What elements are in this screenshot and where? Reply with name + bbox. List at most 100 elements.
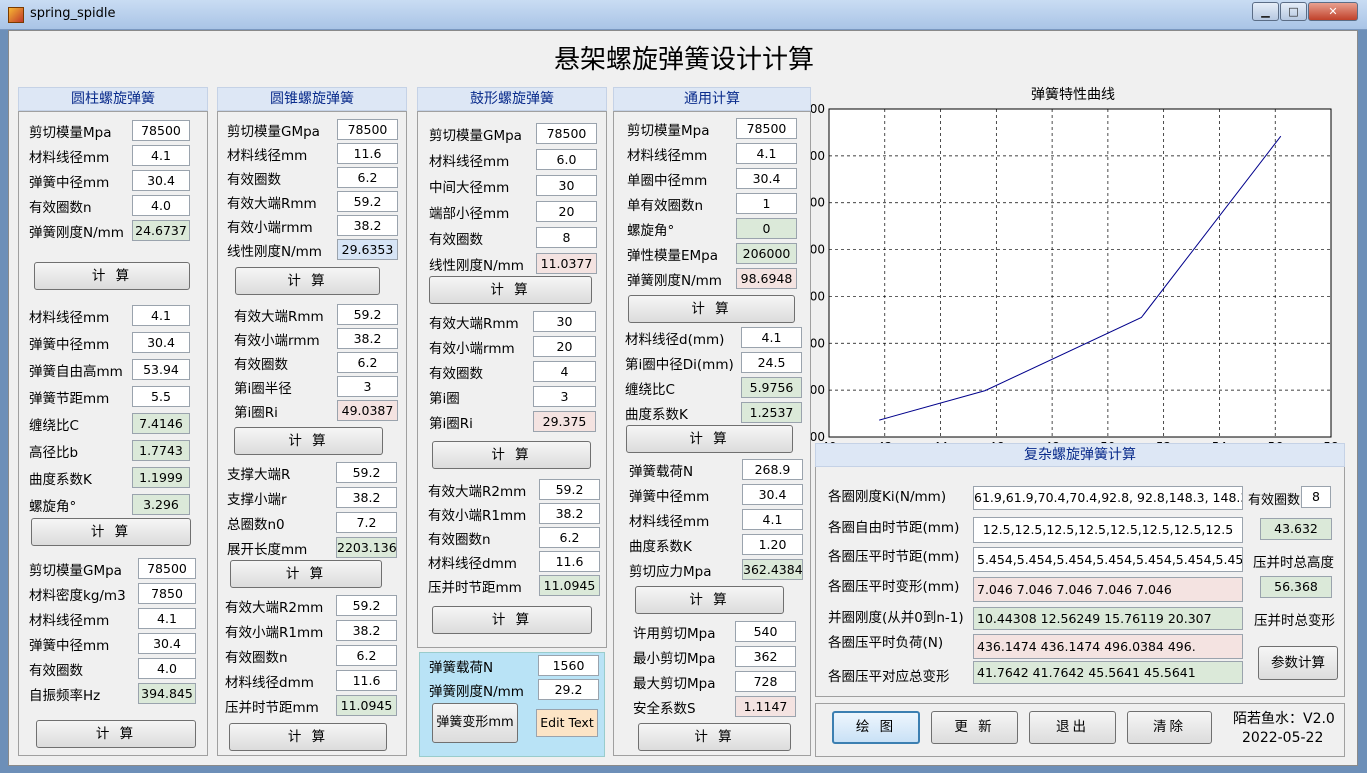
gen-a-field-0[interactable]: 78500 [736, 118, 797, 139]
y-tick-label: 500 [809, 383, 825, 397]
maximize-button[interactable]: □ [1280, 2, 1307, 21]
gen-c-field-3[interactable]: 1.20 [742, 534, 803, 555]
drum-c-label-2: 有效圈数n [428, 532, 491, 548]
drum-a-field-4[interactable]: 8 [536, 227, 597, 248]
drum-c-label-0: 有效大端R2mm [428, 484, 527, 500]
coil-count-field[interactable]: 8 [1301, 486, 1331, 508]
cone-a-field-2[interactable]: 6.2 [337, 167, 398, 188]
drum-c-field-3[interactable]: 11.6 [539, 551, 600, 572]
gen-calc-button-2[interactable]: 计 算 [626, 425, 793, 453]
gen-d-field-1[interactable]: 362 [735, 646, 796, 667]
cyl-a-field-3[interactable]: 4.0 [132, 195, 190, 216]
cone-b-field-3[interactable]: 3 [337, 376, 398, 397]
cyl-calc-button-3[interactable]: 计 算 [36, 720, 196, 748]
gen-c-field-2[interactable]: 4.1 [742, 509, 803, 530]
param-calc-button[interactable]: 参数计算 [1258, 646, 1338, 680]
gen-b-field-1[interactable]: 24.5 [741, 352, 802, 373]
cyl-calc-button-1[interactable]: 计 算 [34, 262, 190, 290]
gen-calc-button-4[interactable]: 计 算 [638, 723, 791, 751]
gen-c-label-3: 曲度系数K [629, 539, 692, 555]
plot-button[interactable]: 绘 图 [832, 711, 920, 744]
cone-calc-button-4[interactable]: 计 算 [229, 723, 387, 751]
y-tick-label: 400 [809, 430, 825, 444]
cyl-c-field-0[interactable]: 78500 [138, 558, 196, 579]
cyl-b-field-0[interactable]: 4.1 [132, 305, 190, 326]
gen-b-field-0[interactable]: 4.1 [741, 327, 802, 348]
cone-d-field-3[interactable]: 11.6 [336, 670, 397, 691]
cyl-b-field-7: 3.296 [132, 494, 190, 515]
cyl-b-field-2[interactable]: 53.94 [132, 359, 190, 380]
drum-a-field-2[interactable]: 30 [536, 175, 597, 196]
drum-b-field-2[interactable]: 4 [533, 361, 596, 382]
cone-b-field-1[interactable]: 38.2 [337, 328, 398, 349]
gen-d-field-0[interactable]: 540 [735, 621, 796, 642]
cone-a-field-4[interactable]: 38.2 [337, 215, 398, 236]
drum-calc-button-2[interactable]: 计 算 [432, 441, 591, 469]
drum-a-field-3[interactable]: 20 [536, 201, 597, 222]
refresh-button[interactable]: 更 新 [931, 711, 1018, 744]
drum-c-field-2[interactable]: 6.2 [539, 527, 600, 548]
cyl-calc-button-2[interactable]: 计 算 [31, 518, 191, 546]
drum-b-field-1[interactable]: 20 [533, 336, 596, 357]
cone-c-field-2[interactable]: 7.2 [336, 512, 397, 533]
cone-c-label-2: 总圈数n0 [227, 517, 285, 533]
cone-b-field-0[interactable]: 59.2 [337, 304, 398, 325]
exit-button[interactable]: 退出 [1029, 711, 1116, 744]
gen-a-field-1[interactable]: 4.1 [736, 143, 797, 164]
gen-calc-button-1[interactable]: 计 算 [628, 295, 795, 323]
drum-c-field-1[interactable]: 38.2 [539, 503, 600, 524]
cyl-b-field-1[interactable]: 30.4 [132, 332, 190, 353]
minimize-button[interactable]: ▁ [1252, 2, 1279, 21]
free-pitch-field[interactable]: 12.5,12.5,12.5,12.5,12.5,12.5,12.5,12.5 [973, 517, 1243, 543]
cone-a-field-3[interactable]: 59.2 [337, 191, 398, 212]
cone-b-field-2[interactable]: 6.2 [337, 352, 398, 373]
cone-header: 圆锥螺旋弹簧 [217, 87, 407, 111]
gen-d-field-2[interactable]: 728 [735, 671, 796, 692]
cone-c-field-0[interactable]: 59.2 [336, 462, 397, 483]
merged-stiffness-field: 10.44308 12.56249 15.76119 20.307 [973, 607, 1243, 630]
gen-d-label-2: 最大剪切Mpa [633, 676, 716, 692]
cyl-a-field-1[interactable]: 4.1 [132, 145, 190, 166]
edit-text-field[interactable]: Edit Text [536, 709, 598, 737]
drum-a-field-0[interactable]: 78500 [536, 123, 597, 144]
gen-c-field-0[interactable]: 268.9 [742, 459, 803, 480]
gen-calc-button-3[interactable]: 计 算 [635, 586, 784, 614]
drum-c-field-0[interactable]: 59.2 [539, 479, 600, 500]
complex-header: 复杂螺旋弹簧计算 [815, 443, 1345, 467]
cyl-a-field-2[interactable]: 30.4 [132, 170, 190, 191]
cone-a-field-1[interactable]: 11.6 [337, 143, 398, 164]
cone-calc-button-1[interactable]: 计 算 [235, 267, 380, 295]
gen-a-field-3[interactable]: 1 [736, 193, 797, 214]
drum-calc-button-3[interactable]: 计 算 [432, 606, 592, 634]
cone-b-label-2: 有效圈数 [234, 357, 288, 373]
drum-stiffness-field[interactable]: 29.2 [538, 679, 599, 700]
drum-deform-button[interactable]: 弹簧变形mm [432, 703, 518, 743]
cone-d-field-0[interactable]: 59.2 [336, 595, 397, 616]
cyl-b-label-7: 螺旋角° [29, 499, 77, 515]
drum-calc-button-1[interactable]: 计 算 [429, 276, 592, 304]
cone-calc-button-2[interactable]: 计 算 [234, 427, 383, 455]
cyl-c-field-4[interactable]: 4.0 [138, 658, 196, 679]
cyl-c-field-1[interactable]: 7850 [138, 583, 196, 604]
drum-load-field[interactable]: 1560 [538, 655, 599, 676]
cyl-b-field-3[interactable]: 5.5 [132, 386, 190, 407]
cone-d-field-2[interactable]: 6.2 [336, 645, 397, 666]
gen-a-field-2[interactable]: 30.4 [736, 168, 797, 189]
cone-c-field-1[interactable]: 38.2 [336, 487, 397, 508]
drum-b-field-3[interactable]: 3 [533, 386, 596, 407]
cyl-c-field-3[interactable]: 30.4 [138, 633, 196, 654]
total-deform-at-solid-label: 压并时总变形 [1254, 613, 1335, 629]
cone-d-field-1[interactable]: 38.2 [336, 620, 397, 641]
compressed-deform-field: 7.046 7.046 7.046 7.046 7.046 [973, 577, 1243, 602]
clear-button[interactable]: 清除 [1127, 711, 1212, 744]
ki-field[interactable]: 61.9,61.9,70.4,70.4,92.8, 92.8,148.3, 14… [973, 486, 1243, 510]
drum-b-field-0[interactable]: 30 [533, 311, 596, 332]
gen-c-field-1[interactable]: 30.4 [742, 484, 803, 505]
cyl-a-field-0[interactable]: 78500 [132, 120, 190, 141]
drum-a-field-1[interactable]: 6.0 [536, 149, 597, 170]
cone-calc-button-3[interactable]: 计 算 [230, 560, 382, 588]
cyl-c-field-2[interactable]: 4.1 [138, 608, 196, 629]
gen-c-label-0: 弹簧载荷N [629, 464, 694, 480]
cone-a-field-0[interactable]: 78500 [337, 119, 398, 140]
close-button[interactable]: ✕ [1308, 2, 1358, 21]
